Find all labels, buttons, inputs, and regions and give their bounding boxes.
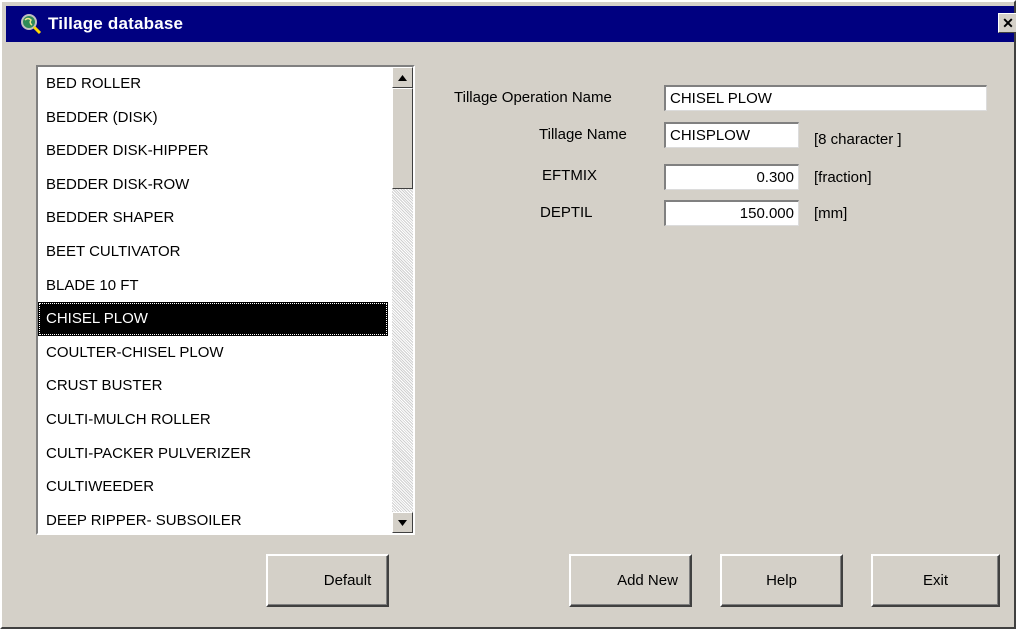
tillage-name-label: Tillage Name xyxy=(539,126,627,143)
window-title: Tillage database xyxy=(48,14,184,33)
add-new-button-label: Add New xyxy=(617,572,678,589)
list-item[interactable]: CULTI-MULCH ROLLER xyxy=(38,403,388,437)
tillage-name-field[interactable] xyxy=(664,122,799,148)
list-item[interactable]: COULTER-CHISEL PLOW xyxy=(38,336,388,370)
close-button[interactable]: ✕ xyxy=(998,13,1016,33)
list-item[interactable]: BEDDER SHAPER xyxy=(38,201,388,235)
list-scrollbar[interactable] xyxy=(392,67,413,533)
tillage-list: BED ROLLER BEDDER (DISK) BEDDER DISK-HIPPE… xyxy=(38,67,388,533)
magnifier-globe-icon xyxy=(21,14,42,35)
list-item[interactable]: BLADE 10 FT xyxy=(38,269,388,303)
deptil-label: DEPTIL xyxy=(540,204,593,221)
scroll-up-button[interactable] xyxy=(392,67,413,88)
scroll-thumb[interactable] xyxy=(392,88,413,189)
list-item[interactable]: CULTI-PACKER PULVERIZER xyxy=(38,437,388,471)
list-item[interactable]: BED ROLLER xyxy=(38,67,388,101)
exit-button[interactable]: Exit xyxy=(871,554,1000,607)
list-item[interactable]: CHISEL PLOW xyxy=(38,302,388,336)
list-item[interactable]: BEDDER DISK-HIPPER xyxy=(38,134,388,168)
add-new-button[interactable]: Add New xyxy=(569,554,692,607)
list-item[interactable]: CRUST BUSTER xyxy=(38,369,388,403)
close-icon: ✕ xyxy=(1002,14,1014,31)
list-item[interactable]: DEEP RIPPER- SUBSOILER xyxy=(38,504,388,533)
eftmix-label: EFTMIX xyxy=(542,167,597,184)
list-item[interactable]: BEET CULTIVATOR xyxy=(38,235,388,269)
deptil-unit: [mm] xyxy=(814,205,848,222)
list-item[interactable]: BEDDER DISK-ROW xyxy=(38,168,388,202)
eftmix-unit: [fraction] xyxy=(814,169,872,186)
deptil-field[interactable] xyxy=(664,200,799,226)
eftmix-field[interactable] xyxy=(664,164,799,190)
title-bar[interactable]: Tillage database ✕ xyxy=(6,6,1016,42)
tillage-name-unit: [8 character ] xyxy=(814,131,902,148)
operation-name-label: Tillage Operation Name xyxy=(454,89,612,106)
default-button[interactable]: Default xyxy=(266,554,389,607)
exit-button-label: Exit xyxy=(922,572,948,589)
default-button-label: Default xyxy=(323,572,372,589)
list-item[interactable]: CULTIWEEDER xyxy=(38,470,388,504)
operation-name-field[interactable] xyxy=(664,85,987,111)
help-button[interactable]: Help xyxy=(720,554,843,607)
arrow-down-icon xyxy=(398,519,407,526)
scroll-down-button[interactable] xyxy=(392,512,413,533)
arrow-up-icon xyxy=(398,74,407,81)
tillage-database-window: Tillage database ✕ BED ROLLER BEDDER (DIS… xyxy=(0,0,1016,629)
help-button-label: Help xyxy=(766,572,797,589)
list-item[interactable]: BEDDER (DISK) xyxy=(38,101,388,135)
tillage-listbox[interactable]: BED ROLLER BEDDER (DISK) BEDDER DISK-HIPPE… xyxy=(36,65,415,535)
